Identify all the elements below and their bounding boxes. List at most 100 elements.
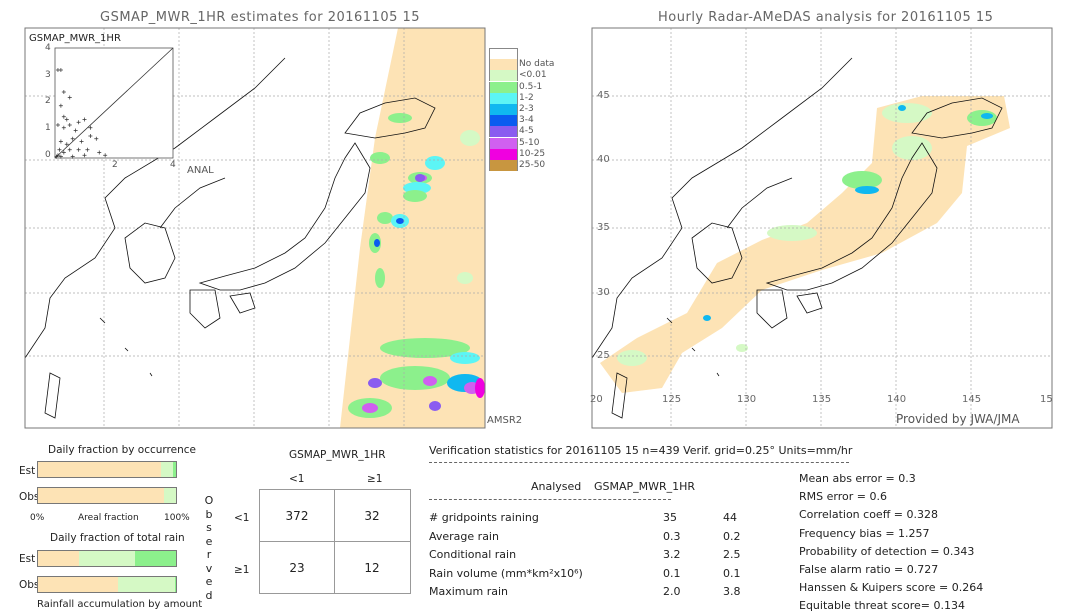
inset-tick-0: 0 bbox=[45, 150, 51, 160]
axis-mid: Areal fraction bbox=[78, 513, 139, 523]
lat-45: 45 bbox=[597, 90, 610, 101]
contingency-table: 372 32 23 12 bbox=[259, 489, 411, 594]
inset-tick-2: 2 bbox=[45, 96, 51, 106]
bar-segment bbox=[79, 551, 135, 566]
credit: Provided by JWA/JMA bbox=[896, 412, 1020, 426]
cell-miss: 23 bbox=[289, 561, 305, 575]
stat-label: Maximum rain bbox=[429, 585, 508, 598]
legend-label: 5-10 bbox=[519, 137, 540, 148]
score-item: Mean abs error = 0.3 bbox=[799, 472, 916, 485]
lat-40: 40 bbox=[597, 154, 610, 165]
score-item: Correlation coeff = 0.328 bbox=[799, 508, 938, 522]
lon-140: 140 bbox=[887, 394, 907, 405]
stats-header: Verification statistics for 20161105 15 … bbox=[429, 444, 853, 457]
legend-label: No data bbox=[519, 59, 555, 70]
score-item: Probability of detection = 0.343 bbox=[799, 544, 975, 558]
inset-xtick-2: 2 bbox=[112, 160, 118, 170]
row-ge: ≥1 bbox=[234, 564, 250, 576]
inset-xlabel: ANAL bbox=[187, 165, 214, 176]
rain-title: Daily fraction of total rain bbox=[50, 532, 185, 544]
rain-obs-bar bbox=[37, 576, 177, 593]
score-item: Equitable threat score= 0.134 bbox=[799, 599, 965, 612]
legend-label: 10-25 bbox=[519, 148, 546, 159]
legend-swatch bbox=[489, 160, 518, 171]
lat-25: 25 bbox=[597, 350, 610, 361]
occ-est-label: Est bbox=[19, 465, 36, 477]
cell-false-alarm: 32 bbox=[364, 509, 380, 523]
cell-hit: 12 bbox=[364, 561, 380, 575]
stat-gsmap: 2.5 bbox=[723, 548, 741, 561]
stat-label: # gridpoints raining bbox=[429, 511, 539, 524]
rain-est-label: Est bbox=[19, 553, 36, 565]
stat-analysed: 2.0 bbox=[663, 585, 681, 598]
legend-swatch bbox=[489, 148, 518, 160]
row-lt: <1 bbox=[234, 512, 250, 524]
stats-col2: GSMAP_MWR_1HR bbox=[594, 480, 696, 493]
bar-segment bbox=[163, 488, 176, 503]
occ-est-bar bbox=[37, 461, 177, 478]
stat-label: Conditional rain bbox=[429, 548, 517, 561]
col-ge: ≥1 bbox=[367, 473, 383, 485]
inset-xtick-4: 4 bbox=[170, 160, 176, 170]
satellite-label: AMSR2 bbox=[487, 415, 523, 426]
bar-segment bbox=[38, 551, 80, 566]
bar-segment bbox=[38, 462, 161, 477]
legend-swatch bbox=[489, 126, 518, 138]
contingency-model: GSMAP_MWR_1HR bbox=[289, 449, 386, 461]
stat-label: Rain volume (mm*km²x10⁶) bbox=[429, 566, 583, 580]
legend-swatch bbox=[489, 48, 518, 60]
score-item: False alarm ratio = 0.727 bbox=[799, 563, 939, 576]
bar-segment bbox=[173, 462, 176, 477]
legend-swatch bbox=[489, 92, 518, 104]
occ-title: Daily fraction by occurrence bbox=[48, 444, 196, 456]
stat-gsmap: 3.8 bbox=[723, 585, 741, 598]
legend-swatch bbox=[489, 70, 518, 82]
lon-150: 15 bbox=[1040, 394, 1053, 405]
right-map bbox=[591, 27, 1053, 429]
score-item: Hanssen & Kuipers score = 0.264 bbox=[799, 581, 984, 595]
stat-analysed: 0.1 bbox=[663, 566, 681, 580]
stat-analysed: 3.2 bbox=[663, 548, 681, 561]
lat-30: 30 bbox=[597, 287, 610, 298]
legend-label: 3-4 bbox=[519, 115, 534, 126]
bar-segment bbox=[38, 488, 164, 503]
stat-analysed: 35 bbox=[663, 511, 677, 524]
stats-col1: Analysed bbox=[531, 480, 582, 493]
legend-label: <0.01 bbox=[519, 70, 547, 81]
lon-120: 20 bbox=[590, 394, 603, 405]
lon-130: 130 bbox=[737, 394, 757, 405]
inset-tick-3: 3 bbox=[45, 70, 51, 80]
inset-tick-1: 1 bbox=[45, 123, 51, 133]
legend-swatch bbox=[489, 137, 518, 149]
stat-gsmap: 0.1 bbox=[723, 566, 741, 580]
rain-caption: Rainfall accumulation by amount bbox=[37, 599, 203, 610]
bar-segment bbox=[160, 462, 174, 477]
lon-125: 125 bbox=[662, 394, 682, 405]
score-item: Frequency bias = 1.257 bbox=[799, 526, 930, 540]
legend-label: 2-3 bbox=[519, 104, 534, 114]
scatter-inset bbox=[54, 47, 174, 159]
stat-label: Average rain bbox=[429, 529, 499, 543]
score-item: RMS error = 0.6 bbox=[799, 490, 887, 504]
axis-right: 100% bbox=[164, 513, 190, 523]
bar-segment bbox=[174, 577, 176, 592]
cell-hits-none: 372 bbox=[285, 509, 309, 523]
legend-label: 25-50 bbox=[519, 160, 546, 170]
col-lt: <1 bbox=[289, 473, 305, 485]
legend-swatch bbox=[489, 81, 518, 93]
observed-label: Observed bbox=[204, 494, 214, 602]
stat-gsmap: 44 bbox=[723, 511, 737, 524]
lon-135: 135 bbox=[812, 394, 832, 405]
stat-analysed: 0.3 bbox=[663, 529, 681, 543]
legend-swatch bbox=[489, 59, 518, 71]
lat-35: 35 bbox=[597, 222, 610, 233]
bar-segment bbox=[38, 577, 119, 592]
bar-segment bbox=[118, 577, 175, 592]
inset-tick-4: 4 bbox=[45, 43, 51, 53]
lon-145: 145 bbox=[962, 394, 982, 405]
legend-swatch bbox=[489, 104, 518, 115]
occ-obs-bar bbox=[37, 487, 177, 504]
stat-gsmap: 0.2 bbox=[723, 529, 741, 543]
bar-segment bbox=[134, 551, 176, 566]
rain-est-bar bbox=[37, 550, 177, 567]
